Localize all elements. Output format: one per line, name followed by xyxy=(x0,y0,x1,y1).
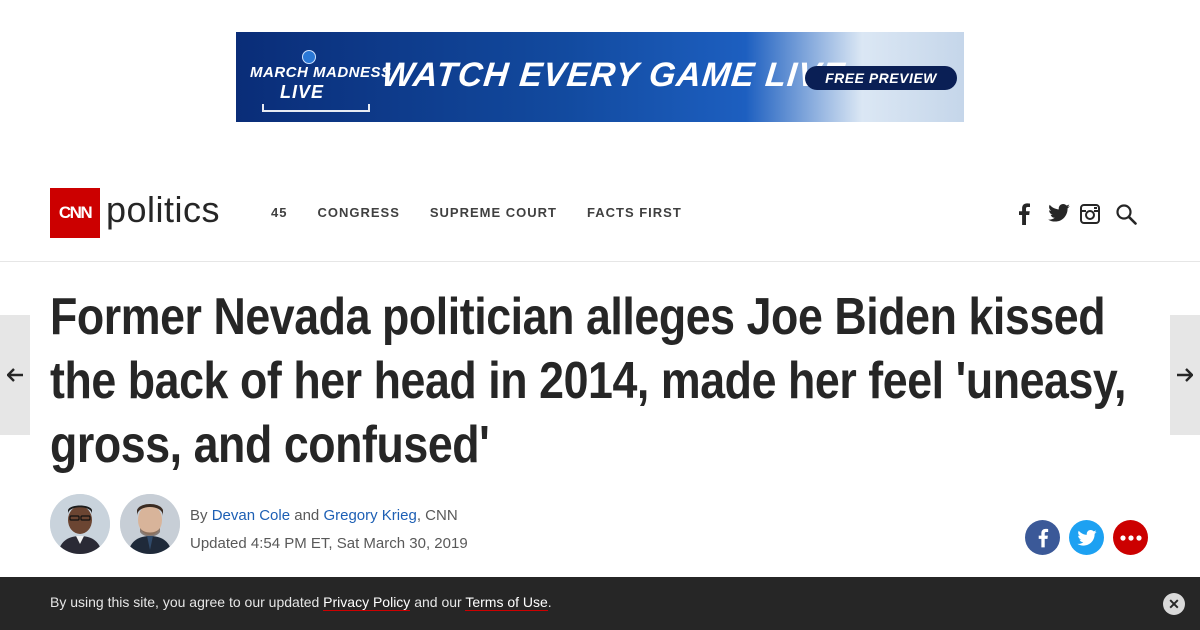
ad-brand-line1: MARCH MADNESS xyxy=(250,64,392,81)
cookie-text: By using this site, you agree to our upd… xyxy=(50,594,552,611)
section-nav: 45 CONGRESS SUPREME COURT FACTS FIRST xyxy=(271,205,682,220)
facebook-share-button[interactable] xyxy=(1025,520,1060,555)
next-article-arrow[interactable] xyxy=(1170,315,1200,435)
byline-prefix: By xyxy=(190,507,208,524)
ncaa-badge-icon xyxy=(302,50,316,64)
author-link-gregory-krieg[interactable]: Gregory Krieg xyxy=(323,507,416,524)
nav-item-45[interactable]: 45 xyxy=(271,205,287,220)
facebook-icon[interactable] xyxy=(1017,203,1031,225)
ad-cta-button[interactable]: FREE PREVIEW xyxy=(805,66,957,90)
cookie-consent-bar: By using this site, you agree to our upd… xyxy=(0,577,1200,630)
section-name: politics xyxy=(106,189,221,230)
cnn-logo-box: CNN xyxy=(50,188,100,238)
avatar-gregory-krieg[interactable] xyxy=(120,494,180,554)
bracket-icon xyxy=(262,104,370,112)
ad-headline: WATCH EVERY GAME LIVE xyxy=(380,56,848,94)
byline: By Devan Cole and Gregory Krieg, CNN Upd… xyxy=(190,502,468,558)
author-link-devan-cole[interactable]: Devan Cole xyxy=(212,507,290,524)
byline-suffix: , CNN xyxy=(416,507,458,524)
cookie-text-before: By using this site, you agree to our upd… xyxy=(50,594,320,610)
search-icon[interactable] xyxy=(1116,204,1137,225)
privacy-policy-link[interactable]: Privacy Policy xyxy=(323,594,411,611)
twitter-icon[interactable] xyxy=(1048,204,1070,222)
updated-timestamp: Updated 4:54 PM ET, Sat March 30, 2019 xyxy=(190,535,468,552)
nav-item-facts-first[interactable]: FACTS FIRST xyxy=(587,205,682,220)
twitter-share-icon xyxy=(1076,529,1097,546)
arrow-right-icon xyxy=(1177,368,1193,382)
cookie-text-end: . xyxy=(547,594,552,610)
page: MARCH MADNESS LIVE WATCH EVERY GAME LIVE… xyxy=(0,0,1200,630)
nav-item-supreme-court[interactable]: SUPREME COURT xyxy=(430,205,557,220)
terms-of-use-link[interactable]: Terms of Use xyxy=(465,594,548,611)
more-share-button[interactable] xyxy=(1113,520,1148,555)
site-header: CNN politics 45 CONGRESS SUPREME COURT F… xyxy=(0,165,1200,262)
avatar-devan-cole[interactable] xyxy=(50,494,110,554)
cnn-politics-logo[interactable]: CNN politics xyxy=(50,188,220,238)
ad-banner[interactable]: MARCH MADNESS LIVE WATCH EVERY GAME LIVE… xyxy=(236,32,964,122)
author-line: By Devan Cole and Gregory Krieg, CNN xyxy=(190,502,468,530)
march-madness-logo: MARCH MADNESS LIVE xyxy=(250,50,391,112)
close-icon: ✕ xyxy=(1168,595,1180,612)
byline-and: and xyxy=(294,507,320,524)
ad-brand-line2: LIVE xyxy=(280,82,325,102)
arrow-left-icon xyxy=(7,368,23,382)
facebook-share-icon xyxy=(1038,528,1048,547)
cookie-text-mid: and our xyxy=(414,594,462,610)
previous-article-arrow[interactable] xyxy=(0,315,30,435)
close-cookie-button[interactable]: ✕ xyxy=(1163,593,1185,615)
share-bar xyxy=(1025,520,1148,555)
nav-item-congress[interactable]: CONGRESS xyxy=(317,205,399,220)
twitter-share-button[interactable] xyxy=(1069,520,1104,555)
instagram-icon[interactable] xyxy=(1080,204,1100,224)
author-avatars xyxy=(50,494,180,554)
more-dots-icon xyxy=(1119,534,1142,541)
article-title: Former Nevada politician alleges Joe Bid… xyxy=(50,288,1127,474)
